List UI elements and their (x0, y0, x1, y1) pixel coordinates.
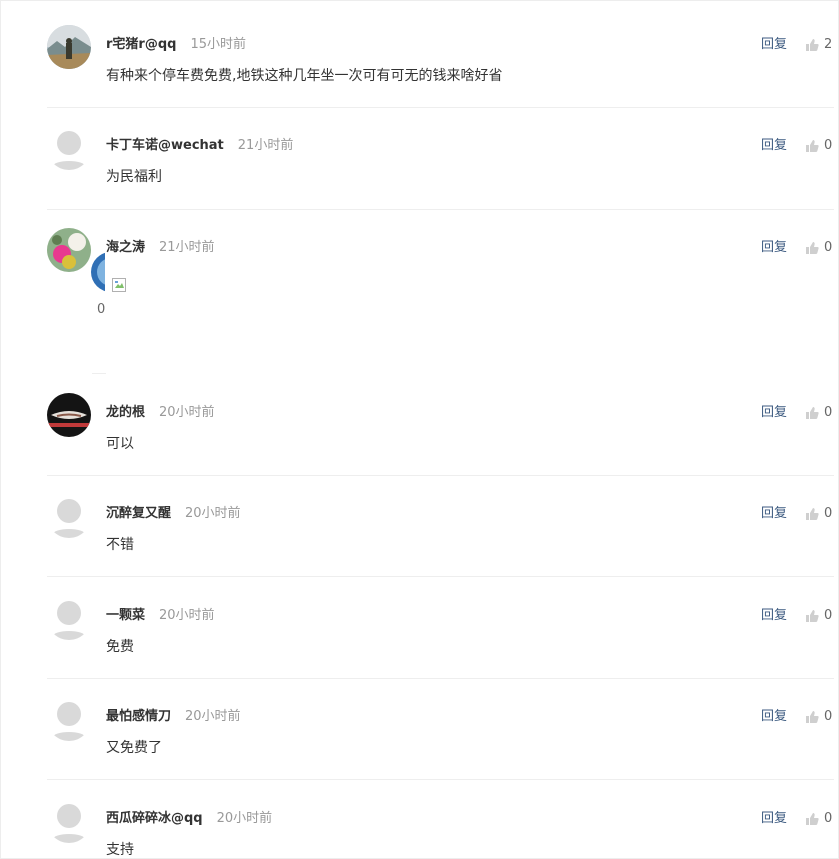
comment-text: 免费 (106, 639, 134, 655)
comment-text: 支持 (106, 842, 134, 858)
like-count: 2 (824, 37, 833, 52)
default-avatar[interactable] (47, 799, 91, 843)
reply-button[interactable]: 回复 (761, 608, 787, 624)
default-avatar[interactable] (47, 596, 91, 640)
thumbs-up-icon[interactable] (805, 241, 819, 255)
comment-text: 又免费了 (106, 740, 162, 756)
thumbs-up-icon[interactable] (805, 139, 819, 153)
username[interactable]: 西瓜碎碎冰@qq 20小时前 (106, 811, 272, 827)
default-avatar[interactable] (47, 494, 91, 538)
reply-button[interactable]: 回复 (761, 138, 787, 154)
user-avatar[interactable] (47, 25, 91, 69)
reply-button[interactable]: 回复 (761, 709, 787, 725)
thumbs-up-icon[interactable] (805, 507, 819, 521)
timestamp: 20小时前 (216, 811, 273, 826)
like-count: 0 (824, 709, 833, 724)
user-avatar[interactable] (47, 228, 91, 272)
username[interactable]: 龙的根 20小时前 (106, 405, 215, 421)
comments-panel (0, 0, 839, 859)
divider (47, 576, 834, 577)
reply-like-count: 0 (97, 302, 106, 317)
divider (92, 373, 106, 374)
username[interactable]: 最怕感情刀 20小时前 (106, 709, 241, 725)
default-avatar[interactable] (47, 126, 91, 170)
divider (47, 779, 834, 780)
timestamp: 20小时前 (159, 405, 215, 420)
username[interactable]: 一颗菜 20小时前 (106, 608, 215, 624)
user-avatar[interactable] (47, 393, 91, 437)
like-count: 0 (824, 506, 833, 521)
username[interactable]: 海之涛 21小时前 (106, 240, 215, 256)
timestamp: 21小时前 (159, 240, 215, 255)
comment-text: 有种来个停车费免费,地铁这种几年坐一次可有可无的钱来啥好省 (106, 68, 503, 84)
reply-button[interactable]: 回复 (761, 811, 787, 827)
reply-button[interactable]: 回复 (761, 37, 787, 53)
like-count: 0 (824, 138, 833, 153)
divider (47, 475, 834, 476)
thumbs-up-icon[interactable] (805, 38, 819, 52)
thumbs-up-icon[interactable] (805, 609, 819, 623)
divider (47, 209, 834, 210)
comment-text: 为民福利 (106, 169, 162, 185)
divider (47, 678, 834, 679)
like-count: 0 (824, 405, 833, 420)
like-count: 0 (824, 240, 833, 255)
comment-text: 可以 (106, 436, 134, 452)
timestamp: 20小时前 (185, 506, 241, 521)
reply-button[interactable]: 回复 (761, 240, 787, 256)
reply-user-avatar[interactable] (91, 252, 105, 292)
reply-button[interactable]: 回复 (761, 405, 787, 421)
thumbs-up-icon[interactable] (805, 406, 819, 420)
default-avatar[interactable] (47, 697, 91, 741)
comment-text: 不错 (106, 537, 134, 553)
divider (47, 107, 834, 108)
timestamp: 21小时前 (237, 138, 294, 153)
username[interactable]: 沉醉复又醒 20小时前 (106, 506, 241, 522)
thumbs-up-icon[interactable] (805, 812, 819, 826)
reply-button[interactable]: 回复 (761, 506, 787, 522)
username[interactable]: r宅猪r@qq 15小时前 (106, 37, 246, 53)
timestamp: 15小时前 (190, 37, 246, 52)
timestamp: 20小时前 (185, 709, 241, 724)
username[interactable]: 卡丁车诺@wechat 21小时前 (106, 138, 293, 154)
like-count: 0 (824, 608, 833, 623)
broken-image-icon (112, 278, 126, 292)
like-count: 0 (824, 811, 833, 826)
thumbs-up-icon[interactable] (805, 710, 819, 724)
timestamp: 20小时前 (159, 608, 215, 623)
